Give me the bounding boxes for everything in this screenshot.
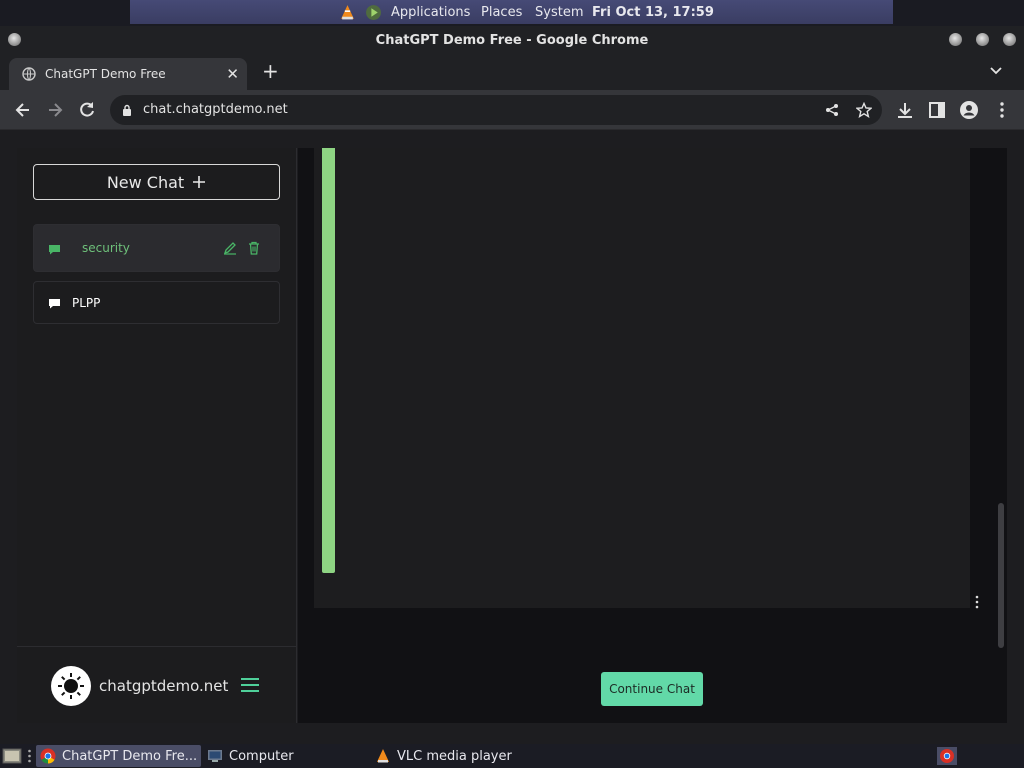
show-desktop-icon[interactable]: [2, 747, 22, 765]
url-text[interactable]: chat.chatgptdemo.net: [143, 102, 288, 117]
chat-bubble-icon: [49, 299, 60, 309]
trash-icon[interactable]: [247, 241, 261, 255]
continue-chat-button[interactable]: Continue Chat: [601, 672, 703, 706]
brand-logo: [51, 666, 91, 706]
forward-icon[interactable]: [45, 100, 65, 120]
browser-toolbar: chat.chatgptdemo.net: [0, 90, 1024, 130]
chat-main-panel: Continue Chat: [298, 148, 1007, 723]
taskbar: ChatGPT Demo Fre... Computer VLC media p…: [0, 744, 1024, 768]
chat-item-label: security: [82, 241, 130, 255]
tab-search-chevron-icon[interactable]: [990, 64, 1002, 76]
menu-system[interactable]: System: [535, 4, 583, 21]
new-chat-label: New Chat: [106, 172, 185, 192]
top-panel: Applications Places System Fri Oct 13, 1…: [0, 0, 1024, 26]
plus-icon: [193, 176, 206, 188]
task-label: Computer: [229, 748, 294, 764]
chat-item-plpp[interactable]: PLPP: [33, 281, 280, 324]
menu-applications[interactable]: Applications: [391, 4, 470, 21]
minimize-icon[interactable]: [949, 33, 962, 46]
brand-name: chatgptdemo.net: [99, 677, 229, 695]
task-label: VLC media player: [397, 748, 512, 764]
tab-strip: ChatGPT Demo Free ✕ +: [0, 55, 1024, 90]
tab-title: ChatGPT Demo Free: [45, 67, 166, 81]
vlc-icon[interactable]: [339, 4, 356, 21]
taskbar-handle-icon: [28, 749, 31, 763]
chat-bubble-icon: [49, 245, 60, 255]
app-launcher-icon[interactable]: [365, 4, 382, 21]
reload-icon[interactable]: [77, 100, 97, 120]
bookmark-star-icon[interactable]: [856, 102, 872, 118]
task-vlc[interactable]: VLC media player: [375, 745, 512, 767]
message-accent-bar: [322, 148, 335, 573]
task-chrome[interactable]: ChatGPT Demo Fre...: [36, 745, 201, 767]
sidebar-footer: chatgptdemo.net: [17, 646, 296, 723]
scrollbar-thumb[interactable]: [998, 503, 1004, 648]
window-title: ChatGPT Demo Free - Google Chrome: [375, 33, 649, 48]
chat-item-label: PLPP: [72, 296, 101, 310]
hamburger-menu-icon[interactable]: [240, 677, 260, 693]
new-chat-button[interactable]: New Chat: [33, 164, 280, 200]
more-menu-icon[interactable]: [992, 100, 1012, 120]
web-page: New Chat security PLPP chatgptdemo.net C…: [0, 130, 1024, 744]
download-icon[interactable]: [895, 100, 915, 120]
chrome-icon: [40, 748, 56, 764]
sun-icon: [58, 673, 84, 699]
lock-icon[interactable]: [122, 104, 132, 116]
close-window-icon[interactable]: [1003, 33, 1016, 46]
task-label: ChatGPT Demo Fre...: [62, 748, 198, 764]
browser-tab[interactable]: ChatGPT Demo Free ✕: [9, 58, 247, 90]
clock[interactable]: Fri Oct 13, 17:59: [592, 4, 714, 21]
edit-icon[interactable]: [223, 241, 237, 255]
vlc-icon: [377, 749, 389, 763]
share-icon[interactable]: [825, 103, 839, 117]
globe-icon: [22, 67, 36, 81]
chrome-tray-icon[interactable]: [937, 747, 957, 765]
maximize-icon[interactable]: [976, 33, 989, 46]
window-menu-icon[interactable]: [8, 33, 21, 46]
computer-icon: [208, 750, 222, 762]
task-computer[interactable]: Computer: [207, 745, 294, 767]
chat-item-security[interactable]: security: [33, 224, 280, 272]
menu-places[interactable]: Places: [481, 4, 522, 21]
new-tab-icon[interactable]: +: [262, 59, 279, 83]
profile-icon[interactable]: [959, 100, 979, 120]
side-panel-icon[interactable]: [927, 100, 947, 120]
sidebar: New Chat security PLPP chatgptdemo.net: [17, 148, 297, 723]
back-icon[interactable]: [13, 100, 33, 120]
kebab-menu-icon[interactable]: [975, 595, 979, 609]
window-titlebar: ChatGPT Demo Free - Google Chrome: [0, 26, 1024, 55]
address-bar[interactable]: chat.chatgptdemo.net: [110, 95, 882, 125]
tab-close-icon[interactable]: ✕: [226, 65, 239, 83]
message-area[interactable]: [314, 148, 970, 608]
